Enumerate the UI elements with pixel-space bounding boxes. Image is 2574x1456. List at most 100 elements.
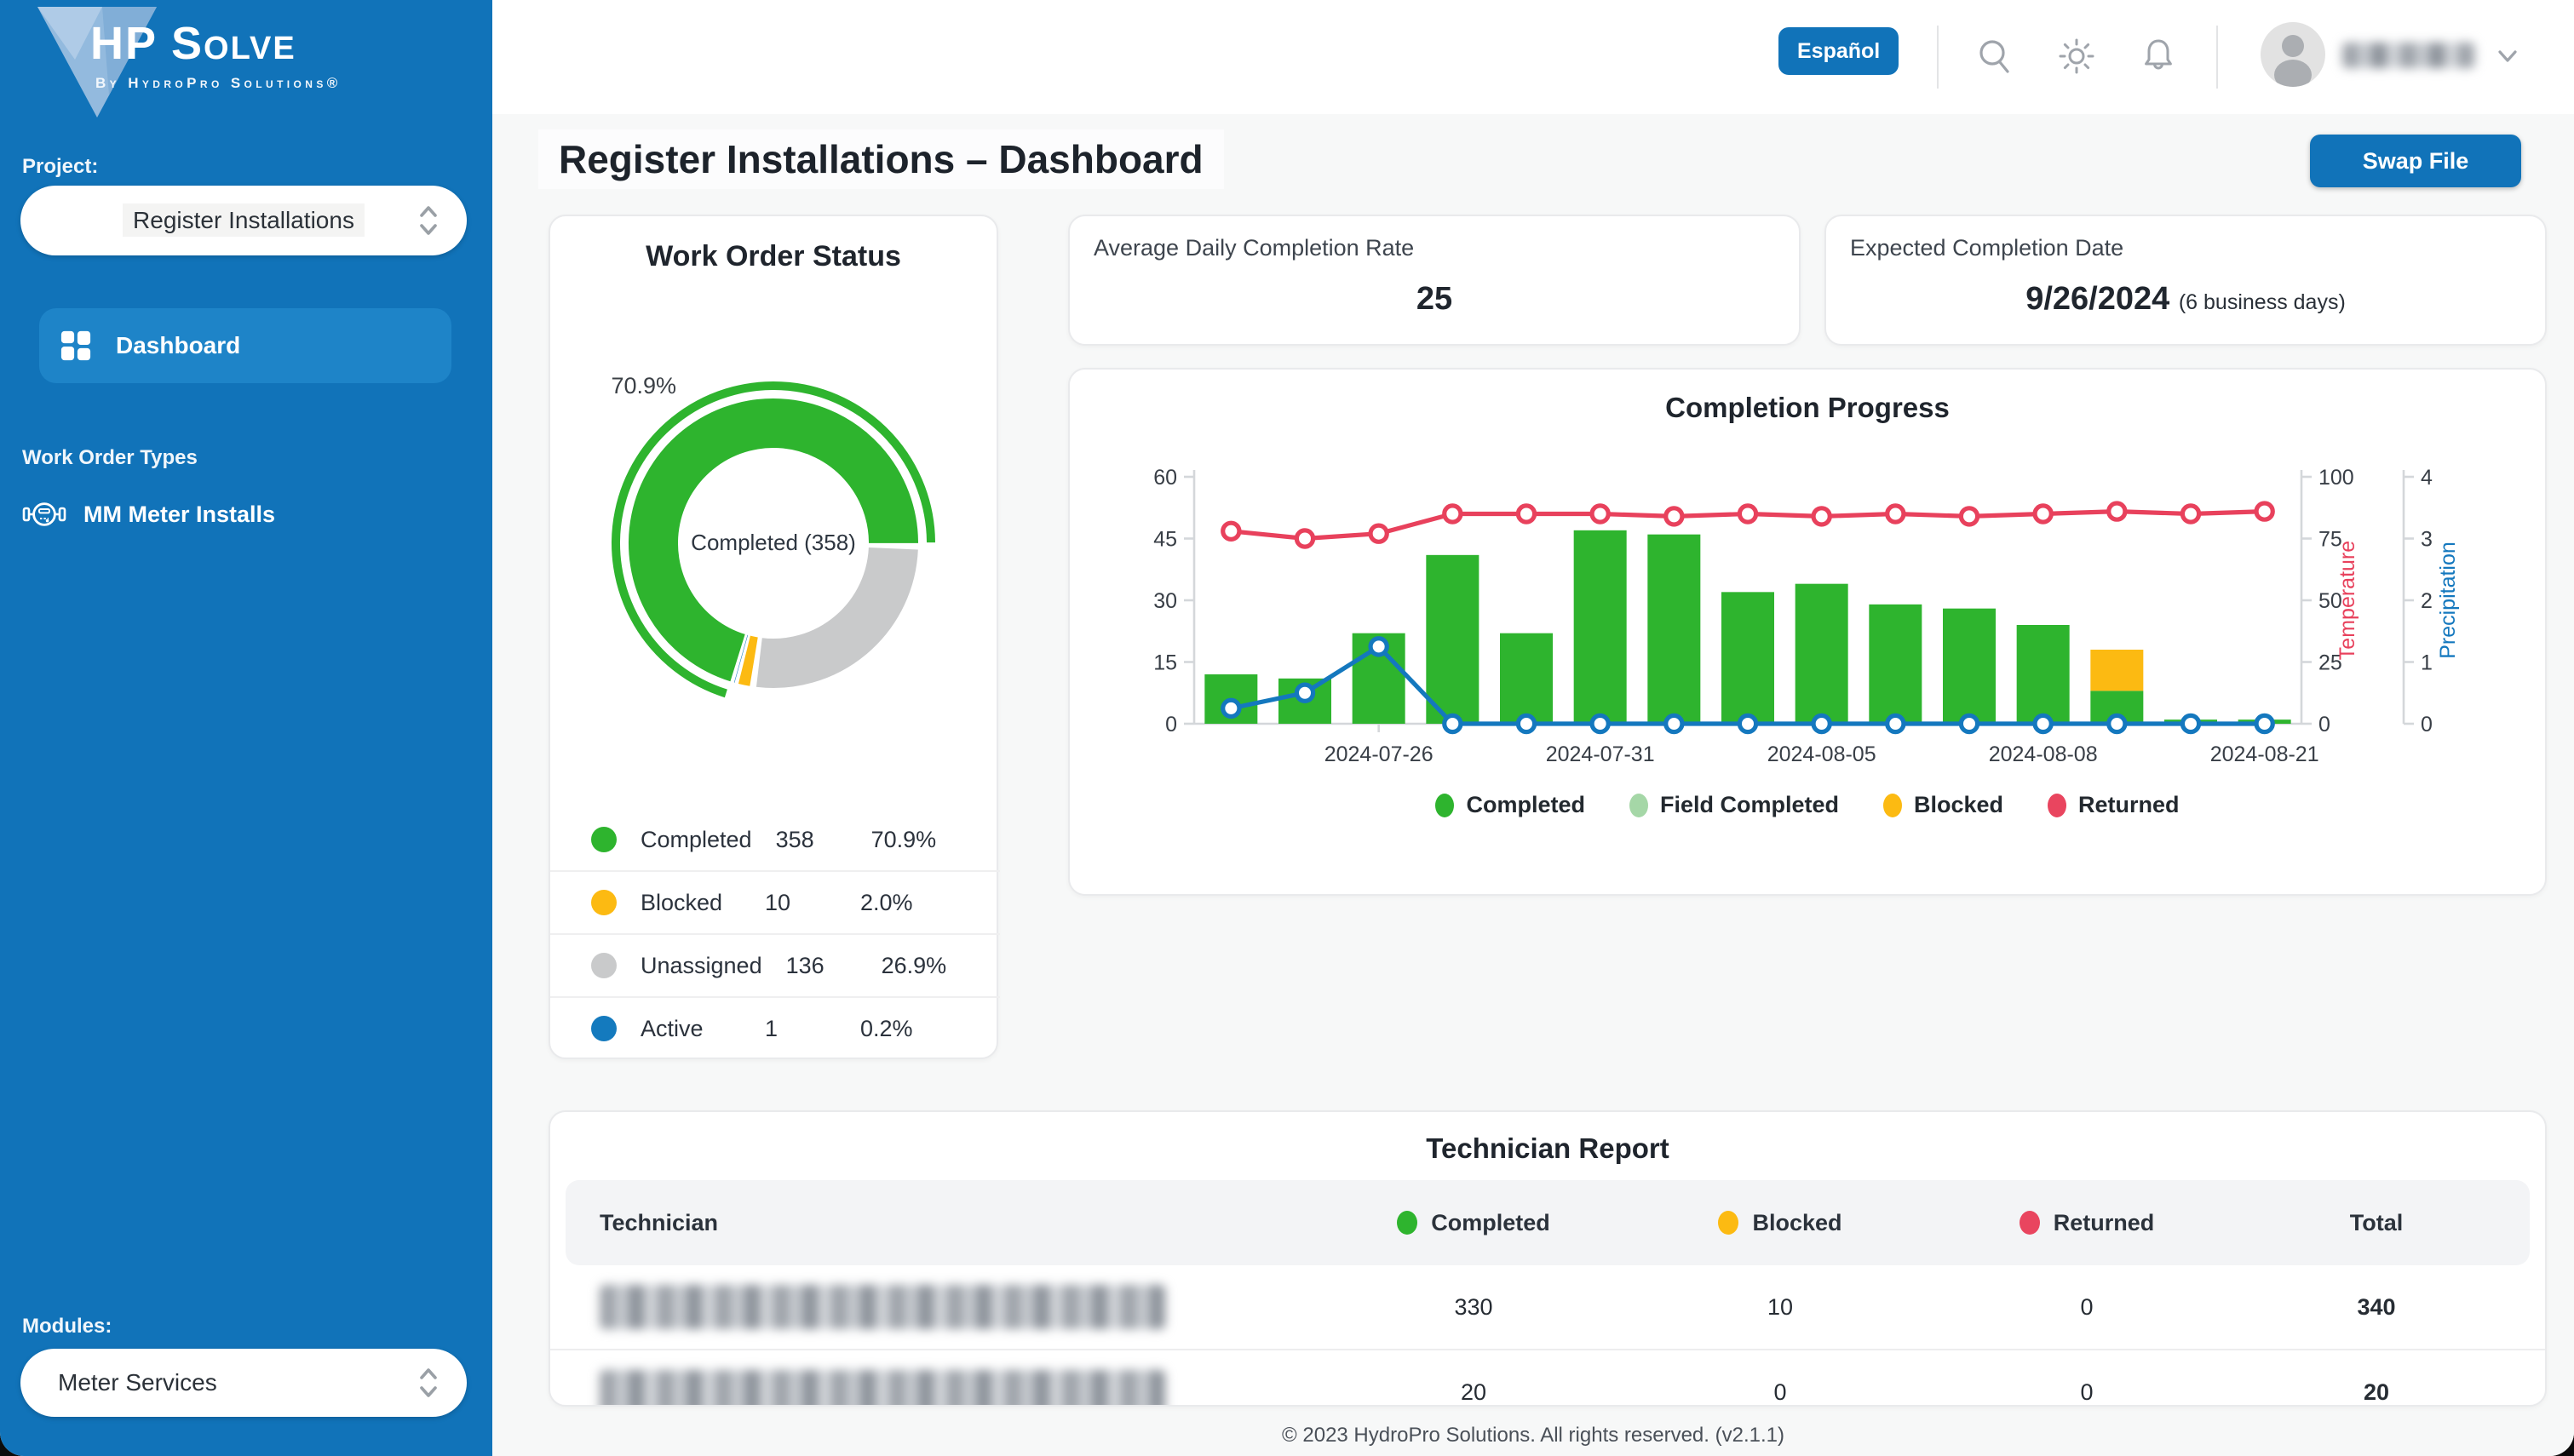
legend-percent: 70.9% [870, 826, 937, 852]
status-dot-icon [2019, 1211, 2040, 1235]
avg-daily-completion-label: Average Daily Completion Rate [1094, 235, 1415, 261]
sun-icon[interactable] [2056, 36, 2097, 77]
svg-text:2024-08-21: 2024-08-21 [2210, 742, 2319, 766]
donut-legend-item-blocked[interactable]: Blocked 10 2.0% [550, 872, 1000, 935]
up-down-chevrons-icon [420, 1368, 437, 1397]
project-label: Project: [22, 155, 99, 178]
legend-dot-icon [1629, 793, 1648, 817]
work-order-status-title: Work Order Status [646, 240, 901, 272]
sidebar-item-dashboard[interactable]: Dashboard [39, 308, 451, 383]
chart-legend-item-completed[interactable]: Completed [1435, 792, 1585, 818]
footer-copyright: © 2023 HydroPro Solutions. All rights re… [1282, 1424, 1784, 1447]
legend-dot-icon [1435, 793, 1455, 817]
work-order-status-card: Work Order Status 70.9% Completed (358) … [549, 215, 1000, 1059]
column-header-blocked: Blocked [1627, 1210, 1933, 1236]
svg-text:1: 1 [2421, 651, 2433, 675]
up-down-chevrons-icon [420, 206, 437, 235]
technician-report-card: Technician Report Technician Completed Blo… [549, 1110, 2547, 1407]
donut-center-label: Completed (358) [691, 530, 856, 555]
user-name-redacted[interactable] [2342, 43, 2475, 68]
language-button[interactable]: Español [1778, 27, 1899, 75]
expected-completion-value: 9/26/2024 (6 business days) [1826, 281, 2545, 318]
legend-dot-icon [591, 1016, 617, 1041]
sidebar: HP Solve By HydroPro Solutions® Project:… [0, 0, 492, 1456]
legend-label: Blocked [641, 889, 723, 915]
svg-text:2024-07-31: 2024-07-31 [1546, 742, 1655, 766]
cell-returned: 0 [2080, 1379, 2094, 1405]
legend-label: Returned [2078, 792, 2180, 817]
legend-count: 358 [775, 826, 814, 852]
svg-text:4: 4 [2421, 466, 2433, 490]
legend-percent: 0.2% [860, 1015, 913, 1041]
legend-count: 136 [785, 952, 824, 978]
column-header-label: Blocked [1752, 1209, 1842, 1235]
modules-select-value: Meter Services [58, 1369, 217, 1396]
main-content: Register Installations – Dashboard Swap … [492, 114, 2574, 1456]
legend-dot-icon [1882, 793, 1902, 817]
technician-name-redacted [583, 1370, 1320, 1405]
sidebar-item-label: MM Meter Installs [83, 501, 276, 527]
technician-report-title: Technician Report [1426, 1132, 1669, 1164]
technician-table-row: 330 10 0 340 [550, 1265, 2545, 1350]
divider [2216, 26, 2218, 89]
status-dot-icon [1718, 1211, 1739, 1235]
completion-progress-title: Completion Progress [1665, 392, 1950, 423]
svg-text:45: 45 [1153, 528, 1177, 552]
column-header-label: Completed [1431, 1209, 1550, 1235]
completion-progress-card: Completion Progress 0 15 30 45 60 0 25 50 75 100 T… [1068, 368, 2547, 896]
donut-legend: Completed 358 70.9% Blocked 10 2.0% Unas… [550, 809, 1000, 1059]
cell-blocked: 10 [1767, 1293, 1794, 1320]
expected-completion-date: 9/26/2024 [2025, 281, 2170, 317]
logo-subtitle: By HydroPro Solutions® [95, 75, 342, 91]
column-header-completed: Completed [1320, 1210, 1627, 1236]
avatar[interactable] [2261, 22, 2325, 87]
expected-completion-label: Expected Completion Date [1850, 235, 2124, 261]
column-header-total: Total [2240, 1210, 2513, 1236]
sidebar-item-mm-meter-installs[interactable]: MM Meter Installs [22, 496, 275, 533]
chevron-down-icon[interactable] [2496, 44, 2519, 68]
legend-label: Completed [1466, 792, 1585, 817]
swap-file-button[interactable]: Swap File [2310, 135, 2521, 187]
cell-returned: 0 [2080, 1293, 2094, 1320]
cell-completed: 20 [1460, 1379, 1487, 1405]
work-order-donut-chart [550, 349, 1000, 775]
legend-count: 10 [765, 889, 791, 915]
avg-daily-completion-card: Average Daily Completion Rate 25 [1068, 215, 1801, 346]
legend-count: 1 [765, 1015, 779, 1041]
chart-legend-item-blocked[interactable]: Blocked [1882, 792, 2003, 818]
svg-text:2: 2 [2421, 589, 2433, 613]
column-header-label: Returned [2053, 1209, 2155, 1235]
donut-legend-item-unassigned[interactable]: Unassigned 136 26.9% [550, 935, 1000, 998]
donut-legend-item-active[interactable]: Active 1 0.2% [550, 998, 1000, 1059]
svg-text:2024-07-26: 2024-07-26 [1324, 742, 1434, 766]
modules-select[interactable]: Meter Services [20, 1349, 467, 1417]
legend-label: Active [641, 1015, 704, 1041]
status-dot-icon [1397, 1211, 1418, 1235]
search-icon[interactable] [1974, 36, 2015, 77]
chart-legend-item-field-completed[interactable]: Field Completed [1629, 792, 1839, 818]
svg-text:100: 100 [2318, 466, 2354, 490]
technician-table-header: Technician Completed Blocked Returned Total [566, 1180, 2530, 1265]
project-select[interactable]: Register Installations [20, 186, 467, 255]
chart-legend-item-returned[interactable]: Returned [2048, 792, 2180, 818]
column-header-label: Technician [600, 1209, 719, 1235]
avg-daily-completion-value: 25 [1416, 281, 1453, 317]
logo-title: HP Solve [90, 18, 296, 69]
expected-completion-card: Expected Completion Date 9/26/2024 (6 bu… [1824, 215, 2547, 346]
svg-text:30: 30 [1153, 589, 1177, 613]
donut-legend-item-completed[interactable]: Completed 358 70.9% [550, 809, 1000, 872]
svg-text:0: 0 [2318, 713, 2330, 737]
completion-progress-legend: Completed Field Completed Blocked Return… [1070, 792, 2545, 818]
svg-text:15: 15 [1153, 651, 1177, 675]
water-meter-icon [22, 502, 66, 526]
legend-label: Completed [641, 826, 752, 852]
person-icon [2274, 35, 2312, 87]
bell-icon[interactable] [2138, 36, 2179, 77]
work-order-types-label: Work Order Types [22, 446, 198, 469]
svg-text:Precipitation: Precipitation [2436, 542, 2460, 659]
sidebar-item-label: Dashboard [116, 332, 241, 358]
legend-dot-icon [591, 953, 617, 978]
legend-label: Unassigned [641, 952, 762, 978]
svg-text:0: 0 [1165, 713, 1177, 737]
dashboard-icon [60, 330, 91, 361]
